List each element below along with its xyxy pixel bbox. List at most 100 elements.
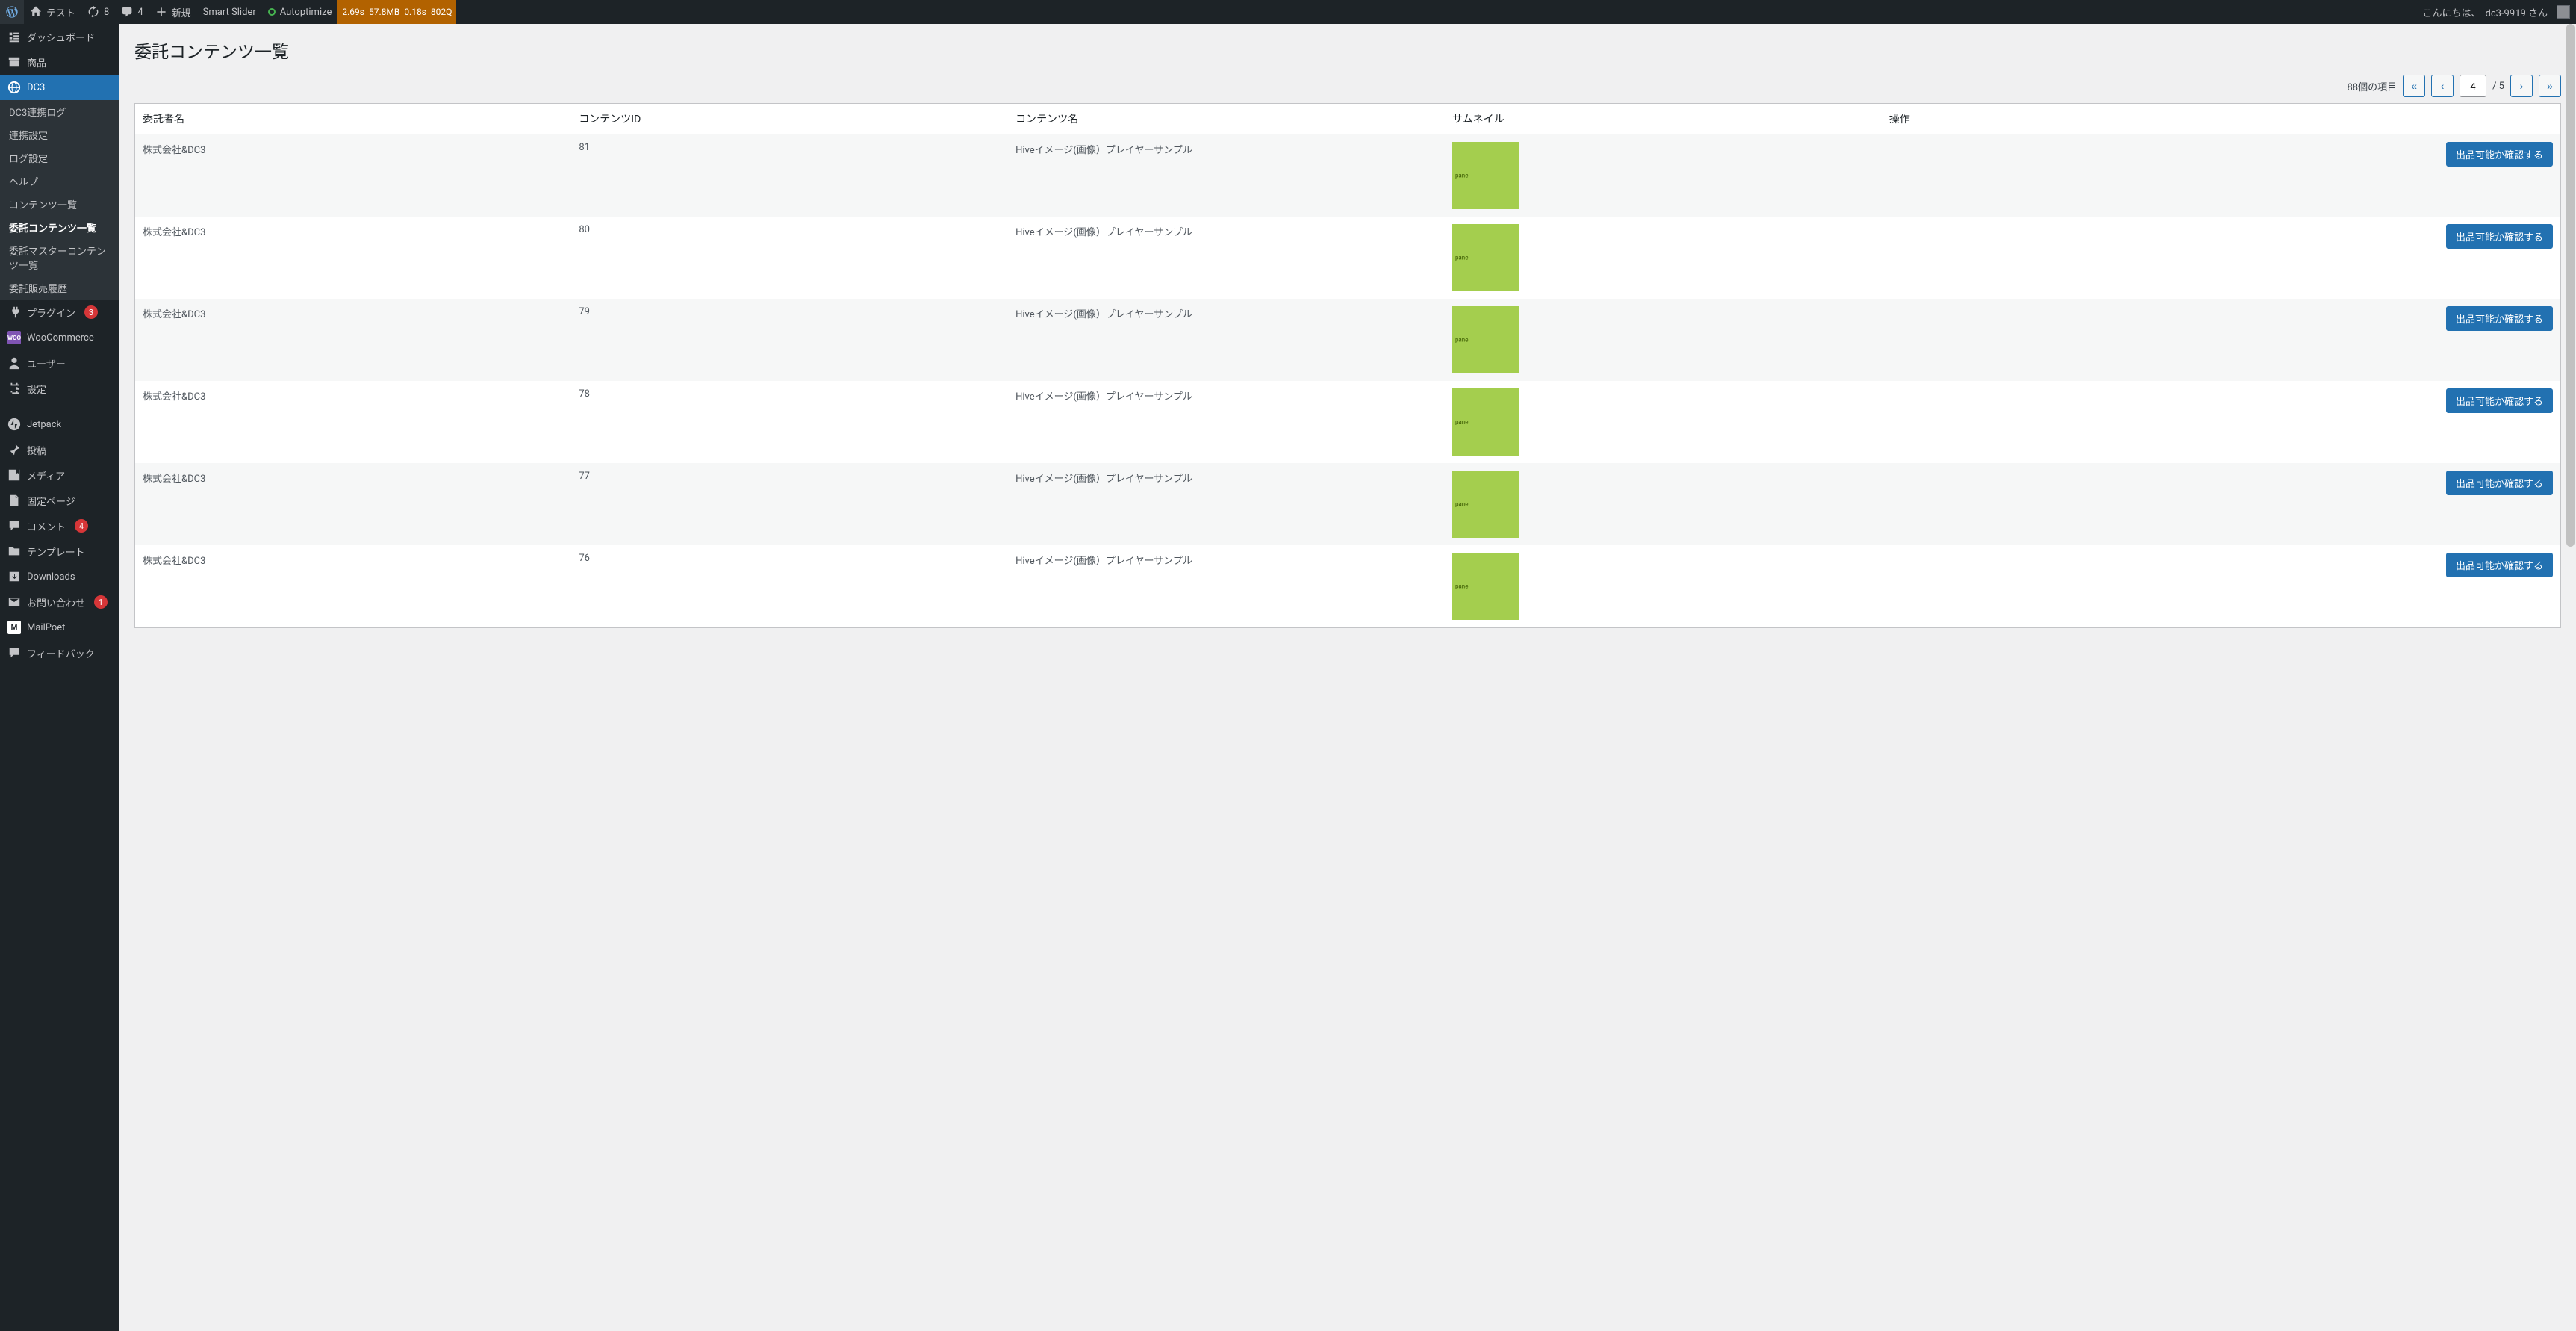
menu-dc3-label: DC3 xyxy=(27,82,45,93)
wp-logo[interactable] xyxy=(0,0,24,24)
page-icon xyxy=(7,494,21,507)
menu-comments[interactable]: コメント4 xyxy=(0,513,119,539)
comments-link[interactable]: 4 xyxy=(115,0,149,24)
thumbnail: panel xyxy=(1452,224,1519,291)
scrollbar-thumb[interactable] xyxy=(2566,24,2575,547)
menu-mailpoet[interactable]: MMailPoet xyxy=(0,615,119,640)
cell-cid: 76 xyxy=(571,545,1008,628)
table-row: 株式会社&DC377Hiveイメージ(画像）プレイヤーサンプルpanel出品可能… xyxy=(135,463,2561,545)
cell-cid: 79 xyxy=(571,299,1008,381)
archive-icon xyxy=(7,55,21,69)
menu-plugins[interactable]: プラグイン 3 xyxy=(0,300,119,325)
pin-icon xyxy=(7,443,21,456)
cell-ops: 出品可能か確認する xyxy=(1882,545,2561,628)
cell-client: 株式会社&DC3 xyxy=(135,217,572,299)
menu-jetpack[interactable]: Jetpack xyxy=(0,412,119,437)
updates-link[interactable]: 8 xyxy=(81,0,115,24)
submenu-dc3-link[interactable]: 連携設定 xyxy=(0,123,119,146)
cell-cname: Hiveイメージ(画像）プレイヤーサンプル xyxy=(1008,463,1445,545)
plugins-badge: 3 xyxy=(84,305,98,319)
pager-first[interactable]: « xyxy=(2403,75,2425,97)
globe-icon xyxy=(7,81,21,94)
content-table: 委託者名 コンテンツID コンテンツ名 サムネイル 操作 株式会社&DC381H… xyxy=(134,103,2561,628)
check-listing-button[interactable]: 出品可能か確認する xyxy=(2446,306,2553,331)
menu-dc3[interactable]: DC3 xyxy=(0,75,119,100)
pager-next[interactable]: › xyxy=(2510,75,2533,97)
perf-pill[interactable]: 2.69s 57.8MB 0.18s 802Q xyxy=(337,0,456,24)
mail-icon xyxy=(7,595,21,609)
comment-icon xyxy=(7,519,21,533)
menu-feedback[interactable]: フィードバック xyxy=(0,640,119,666)
cell-cid: 78 xyxy=(571,381,1008,463)
thumbnail-label: panel xyxy=(1455,583,1469,590)
table-row: 株式会社&DC378Hiveイメージ(画像）プレイヤーサンプルpanel出品可能… xyxy=(135,381,2561,463)
check-listing-button[interactable]: 出品可能か確認する xyxy=(2446,553,2553,577)
menu-media[interactable]: メディア xyxy=(0,462,119,488)
submenu-dc3-log[interactable]: DC3連携ログ xyxy=(0,100,119,123)
site-link[interactable]: テスト xyxy=(24,0,81,24)
menu-users[interactable]: ユーザー xyxy=(0,350,119,376)
thumbnail: panel xyxy=(1452,553,1519,620)
plug-icon xyxy=(7,305,21,319)
menu-woocommerce[interactable]: WOOWooCommerce xyxy=(0,325,119,350)
cell-cid: 80 xyxy=(571,217,1008,299)
check-listing-button[interactable]: 出品可能か確認する xyxy=(2446,471,2553,495)
menu-downloads[interactable]: Downloads xyxy=(0,564,119,589)
updates-count: 8 xyxy=(104,7,109,18)
cell-cname: Hiveイメージ(画像）プレイヤーサンプル xyxy=(1008,134,1445,217)
greeting: こんにちは、 xyxy=(2422,5,2480,19)
submenu-dc3-logset[interactable]: ログ設定 xyxy=(0,146,119,170)
pager-of: / 5 xyxy=(2492,81,2504,92)
account-link[interactable]: こんにちは、dc3-9919 さん xyxy=(2416,0,2576,24)
menu-dashboard-label: ダッシュボード xyxy=(27,30,95,44)
submenu-dc3-help[interactable]: ヘルプ xyxy=(0,170,119,193)
new-label: 新規 xyxy=(172,5,191,19)
page-title: 委託コンテンツ一覧 xyxy=(134,37,2561,63)
menu-posts[interactable]: 投稿 xyxy=(0,437,119,462)
menu-pages[interactable]: 固定ページ xyxy=(0,488,119,513)
submenu-dc3-entrusted[interactable]: 委託コンテンツ一覧 xyxy=(0,216,119,239)
menu-dashboard[interactable]: ダッシュボード xyxy=(0,24,119,49)
contact-badge: 1 xyxy=(94,595,108,609)
cell-cid: 81 xyxy=(571,134,1008,217)
menu-pages-label: 固定ページ xyxy=(27,494,75,508)
menu-products[interactable]: 商品 xyxy=(0,49,119,75)
pager-last[interactable]: » xyxy=(2539,75,2561,97)
new-content[interactable]: 新規 xyxy=(149,0,197,24)
autoptimize-link[interactable]: Autoptimize xyxy=(262,0,338,24)
check-listing-button[interactable]: 出品可能か確認する xyxy=(2446,224,2553,249)
menu-plugins-label: プラグイン xyxy=(27,305,75,320)
tablenav-top: 88個の項目 « ‹ / 5 › » xyxy=(134,75,2561,97)
thumbnail: panel xyxy=(1452,388,1519,456)
user-icon xyxy=(7,356,21,370)
menu-settings[interactable]: 設定 xyxy=(0,376,119,401)
pager-current-input[interactable] xyxy=(2460,75,2486,97)
menu-contact[interactable]: お問い合わせ1 xyxy=(0,589,119,615)
cell-thumb: panel xyxy=(1445,463,1882,545)
cell-client: 株式会社&DC3 xyxy=(135,134,572,217)
smart-slider-link[interactable]: Smart Slider xyxy=(197,0,262,24)
pager-prev[interactable]: ‹ xyxy=(2431,75,2454,97)
check-listing-button[interactable]: 出品可能か確認する xyxy=(2446,142,2553,167)
scrollbar[interactable] xyxy=(2565,24,2576,1331)
cell-ops: 出品可能か確認する xyxy=(1882,134,2561,217)
menu-templates[interactable]: テンプレート xyxy=(0,539,119,564)
submenu-dc3-master[interactable]: 委託マスターコンテンツ一覧 xyxy=(0,239,119,276)
perf-mem: 57.8MB xyxy=(369,7,399,17)
menu-settings-label: 設定 xyxy=(27,382,46,396)
check-listing-button[interactable]: 出品可能か確認する xyxy=(2446,388,2553,413)
perf-queries: 802Q xyxy=(431,7,452,17)
sliders-icon xyxy=(7,382,21,395)
col-cname: コンテンツ名 xyxy=(1008,104,1445,134)
thumbnail: panel xyxy=(1452,306,1519,373)
plus-icon xyxy=(155,6,167,18)
cell-ops: 出品可能か確認する xyxy=(1882,217,2561,299)
table-row: 株式会社&DC381Hiveイメージ(画像）プレイヤーサンプルpanel出品可能… xyxy=(135,134,2561,217)
menu-mailpoet-label: MailPoet xyxy=(27,622,65,633)
admin-menu: ダッシュボード 商品 DC3 DC3連携ログ 連携設定 ログ設定 ヘルプ コンテ… xyxy=(0,24,119,1331)
col-thumb: サムネイル xyxy=(1445,104,1882,134)
thumbnail-label: panel xyxy=(1455,501,1469,508)
submenu-dc3-sales[interactable]: 委託販売履歴 xyxy=(0,276,119,300)
cell-client: 株式会社&DC3 xyxy=(135,381,572,463)
submenu-dc3-contents[interactable]: コンテンツ一覧 xyxy=(0,193,119,216)
